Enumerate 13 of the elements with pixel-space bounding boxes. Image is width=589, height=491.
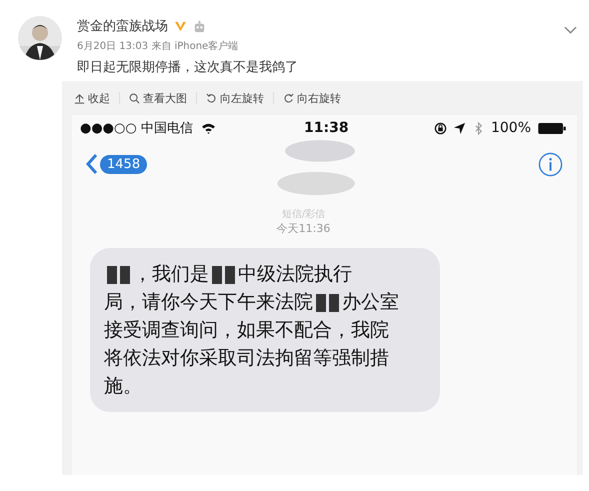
message-time: 今天11:36 bbox=[276, 221, 332, 236]
contact-badge[interactable]: 1458 bbox=[100, 154, 148, 174]
battery-percent: 100% bbox=[490, 120, 531, 136]
toolbar-link[interactable]: 收起 bbox=[72, 90, 112, 106]
toolbar-link[interactable]: 向右旋转 bbox=[281, 90, 343, 106]
message-text: ，我们是 中级法院执行 局，请你今天下午来法院 办公室 接受调查询问，如果不配合，我院 将依法对你采取司法拘留等强制措 施。 bbox=[104, 262, 400, 399]
carrier-text: ●●●○○ 中国电信 bbox=[80, 120, 193, 137]
toolbar-link[interactable]: 查看大图 bbox=[127, 90, 189, 106]
post-meta: 6月20日 13:03 来自 iPhone客户端 bbox=[77, 40, 240, 53]
post-text: 即日起无限期停播，这次真不是我鸽了 bbox=[77, 59, 299, 76]
toolbar-link[interactable]: 向左旋转 bbox=[204, 90, 266, 106]
author-name[interactable]: 赏金的蛮族战场 bbox=[77, 17, 168, 35]
status-time: 11:38 bbox=[304, 120, 349, 136]
